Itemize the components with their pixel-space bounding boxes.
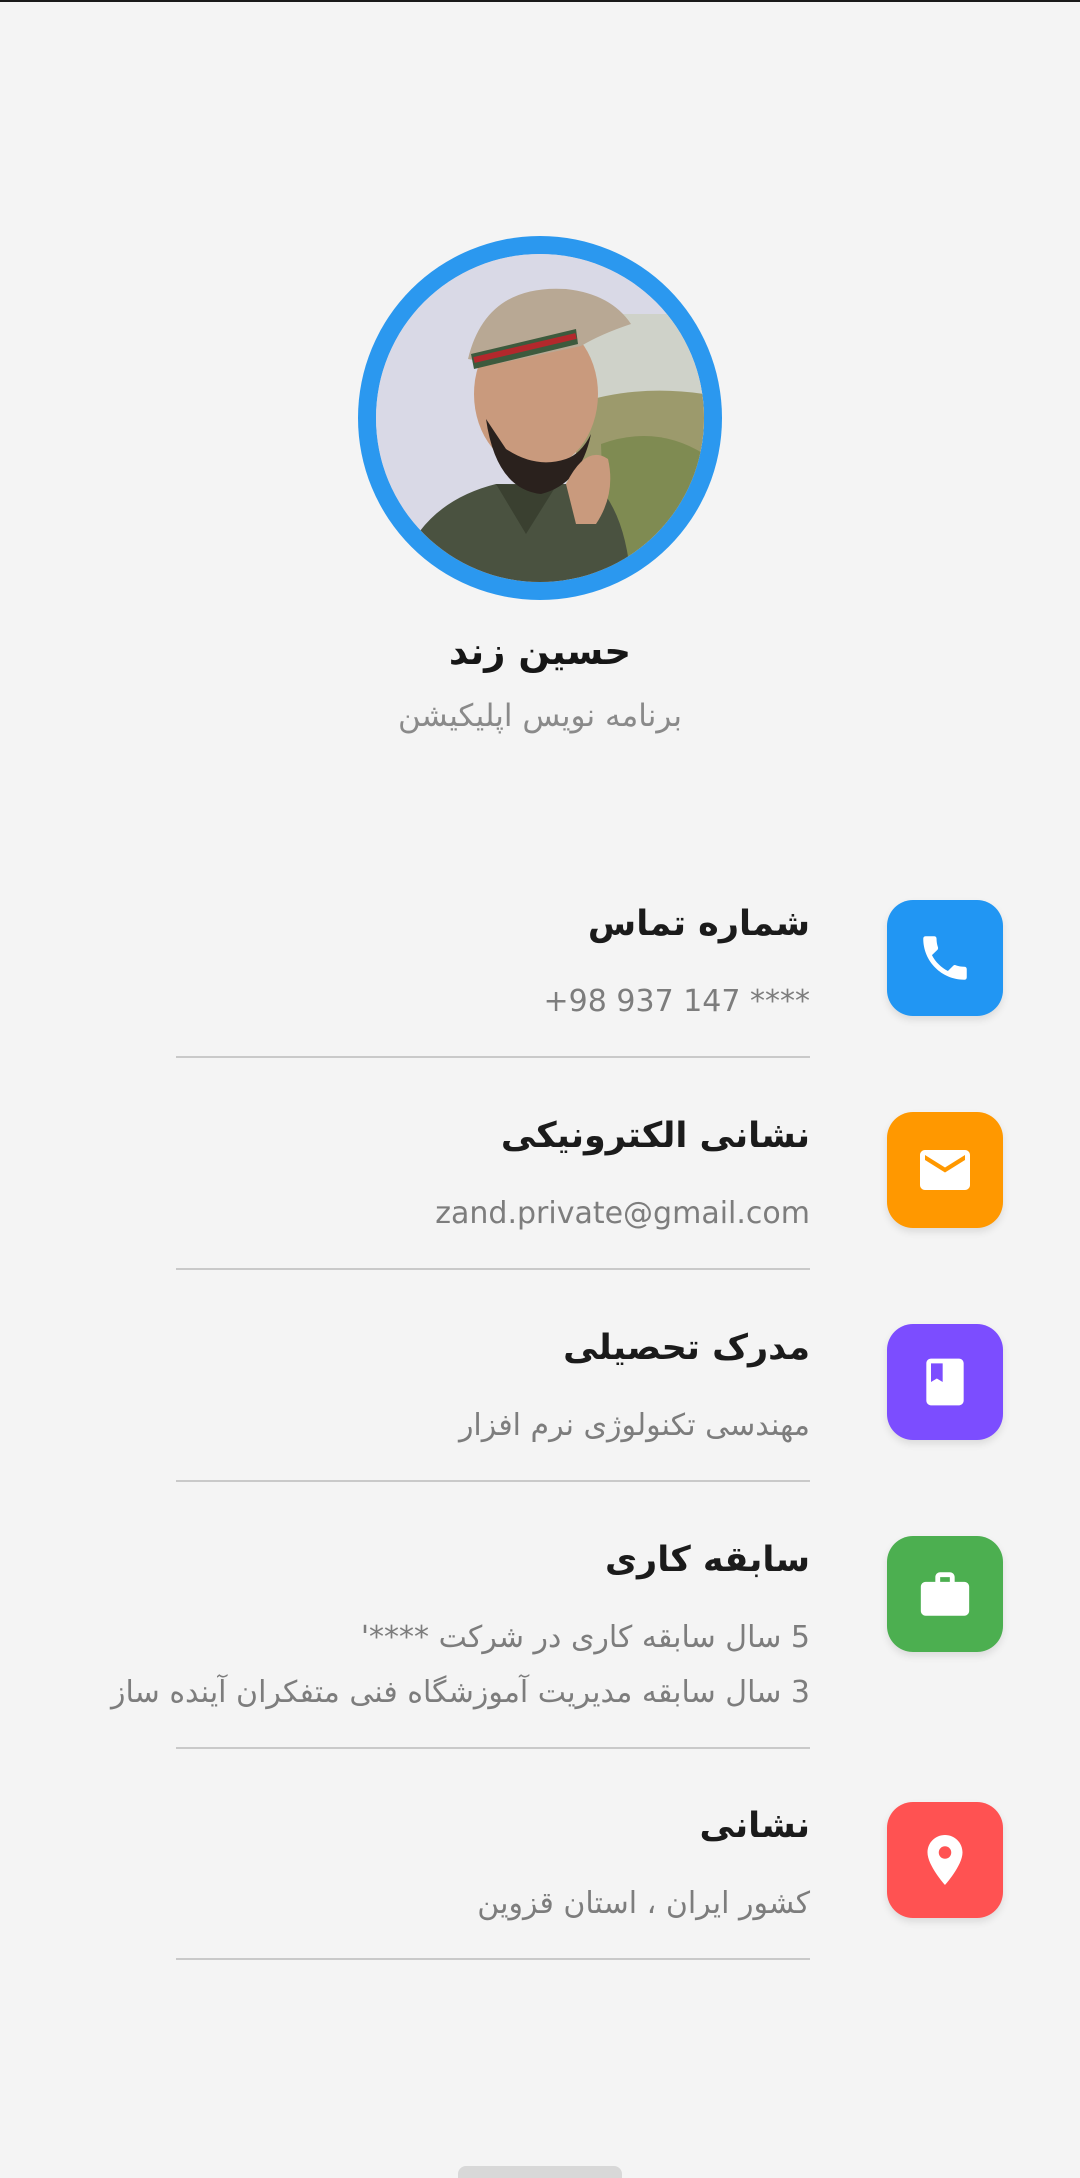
- profile-name: حسین زند: [448, 630, 632, 673]
- location-pin-icon[interactable]: [887, 1802, 1003, 1918]
- divider: [176, 1958, 810, 1960]
- contact-title: نشانی: [699, 1806, 810, 1846]
- avatar-photo: [376, 254, 704, 582]
- phone-icon[interactable]: [887, 900, 1003, 1016]
- profile-job-title: برنامه نویس اپلیکیشن: [397, 698, 683, 734]
- contact-title: سابقه کاری: [604, 1540, 810, 1580]
- book-icon[interactable]: [887, 1324, 1003, 1440]
- address-value: کشور ایران ، استان قزوین: [477, 1886, 810, 1921]
- divider: [176, 1747, 810, 1749]
- status-bar-edge: [0, 0, 1080, 2]
- divider: [176, 1268, 810, 1270]
- contact-title: نشانی الکترونیکی: [500, 1116, 810, 1156]
- gesture-handle[interactable]: [458, 2166, 622, 2178]
- phone-number[interactable]: +98 937 147 ****: [544, 984, 810, 1019]
- divider: [176, 1480, 810, 1482]
- contact-title: مدرک تحصیلی: [563, 1328, 810, 1368]
- education-value: مهندسی تکنولوژی نرم افزار: [458, 1408, 810, 1443]
- profile-avatar[interactable]: [358, 236, 722, 600]
- mail-icon[interactable]: [887, 1112, 1003, 1228]
- experience-line-2: 3 سال سابقه مدیریت آموزشگاه فنی متفکران …: [111, 1675, 810, 1710]
- briefcase-icon[interactable]: [887, 1536, 1003, 1652]
- email-address[interactable]: zand.private@gmail.com: [435, 1196, 810, 1231]
- divider: [176, 1056, 810, 1058]
- contact-title: شماره تماس: [587, 904, 810, 944]
- experience-line-1: 5 سال سابقه کاری در شرکت ****': [360, 1620, 810, 1655]
